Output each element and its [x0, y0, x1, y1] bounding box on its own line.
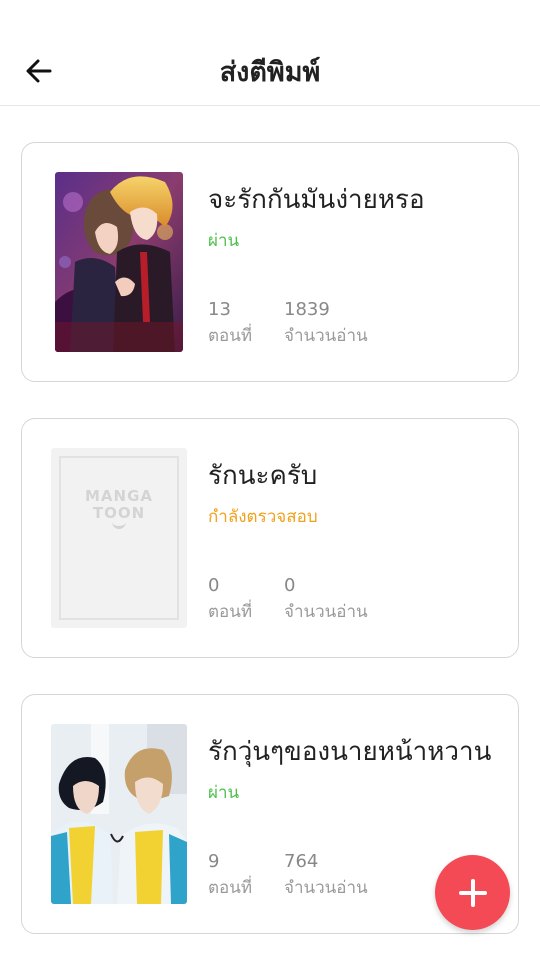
work-card[interactable]: จะรักกันมันง่ายหรอ ผ่าน 13 ตอนที่ 1839 จ… [21, 142, 519, 382]
work-title: รักนะครับ [208, 461, 318, 491]
app-header: ส่งตีพิมพ์ [0, 0, 540, 106]
reads-label: จำนวนอ่าน [284, 878, 368, 898]
work-card[interactable]: MANGA TOON รักนะครับ กำลังตรวจสอบ 0 ตอนที… [21, 418, 519, 658]
reads-stat: 1839 จำนวนอ่าน [284, 299, 368, 349]
episodes-count: 13 [208, 299, 231, 320]
episodes-stat: 0 ตอนที่ [208, 575, 252, 625]
work-title: รักวุ่นๆของนายหน้าหวาน [208, 737, 492, 767]
work-status: กำลังตรวจสอบ [208, 507, 318, 527]
work-cover-placeholder: MANGA TOON [51, 448, 187, 628]
work-title: จะรักกันมันง่ายหรอ [208, 185, 425, 215]
add-work-button[interactable] [435, 855, 510, 930]
episodes-label: ตอนที่ [208, 326, 253, 346]
episodes-stat: 9 ตอนที่ [208, 851, 252, 901]
work-cover-image [51, 724, 187, 904]
mangatoon-logo: MANGA TOON [84, 487, 153, 522]
work-status: ผ่าน [208, 231, 240, 251]
reads-stat: 764 จำนวนอ่าน [284, 851, 368, 901]
episodes-count: 0 [208, 575, 220, 596]
reads-label: จำนวนอ่าน [284, 326, 368, 346]
reads-count: 1839 [284, 299, 330, 320]
episodes-label: ตอนที่ [208, 602, 253, 622]
reads-label: จำนวนอ่าน [284, 602, 368, 622]
work-cover-image [55, 172, 183, 352]
reads-stat: 0 จำนวนอ่าน [284, 575, 368, 625]
work-status: ผ่าน [208, 783, 240, 803]
plus-icon [458, 878, 487, 907]
episodes-label: ตอนที่ [208, 878, 253, 898]
reads-count: 0 [284, 575, 296, 596]
episodes-stat: 13 ตอนที่ [208, 299, 252, 349]
reads-count: 764 [284, 851, 319, 872]
episodes-count: 9 [208, 851, 220, 872]
page-title: ส่งตีพิมพ์ [219, 57, 321, 88]
